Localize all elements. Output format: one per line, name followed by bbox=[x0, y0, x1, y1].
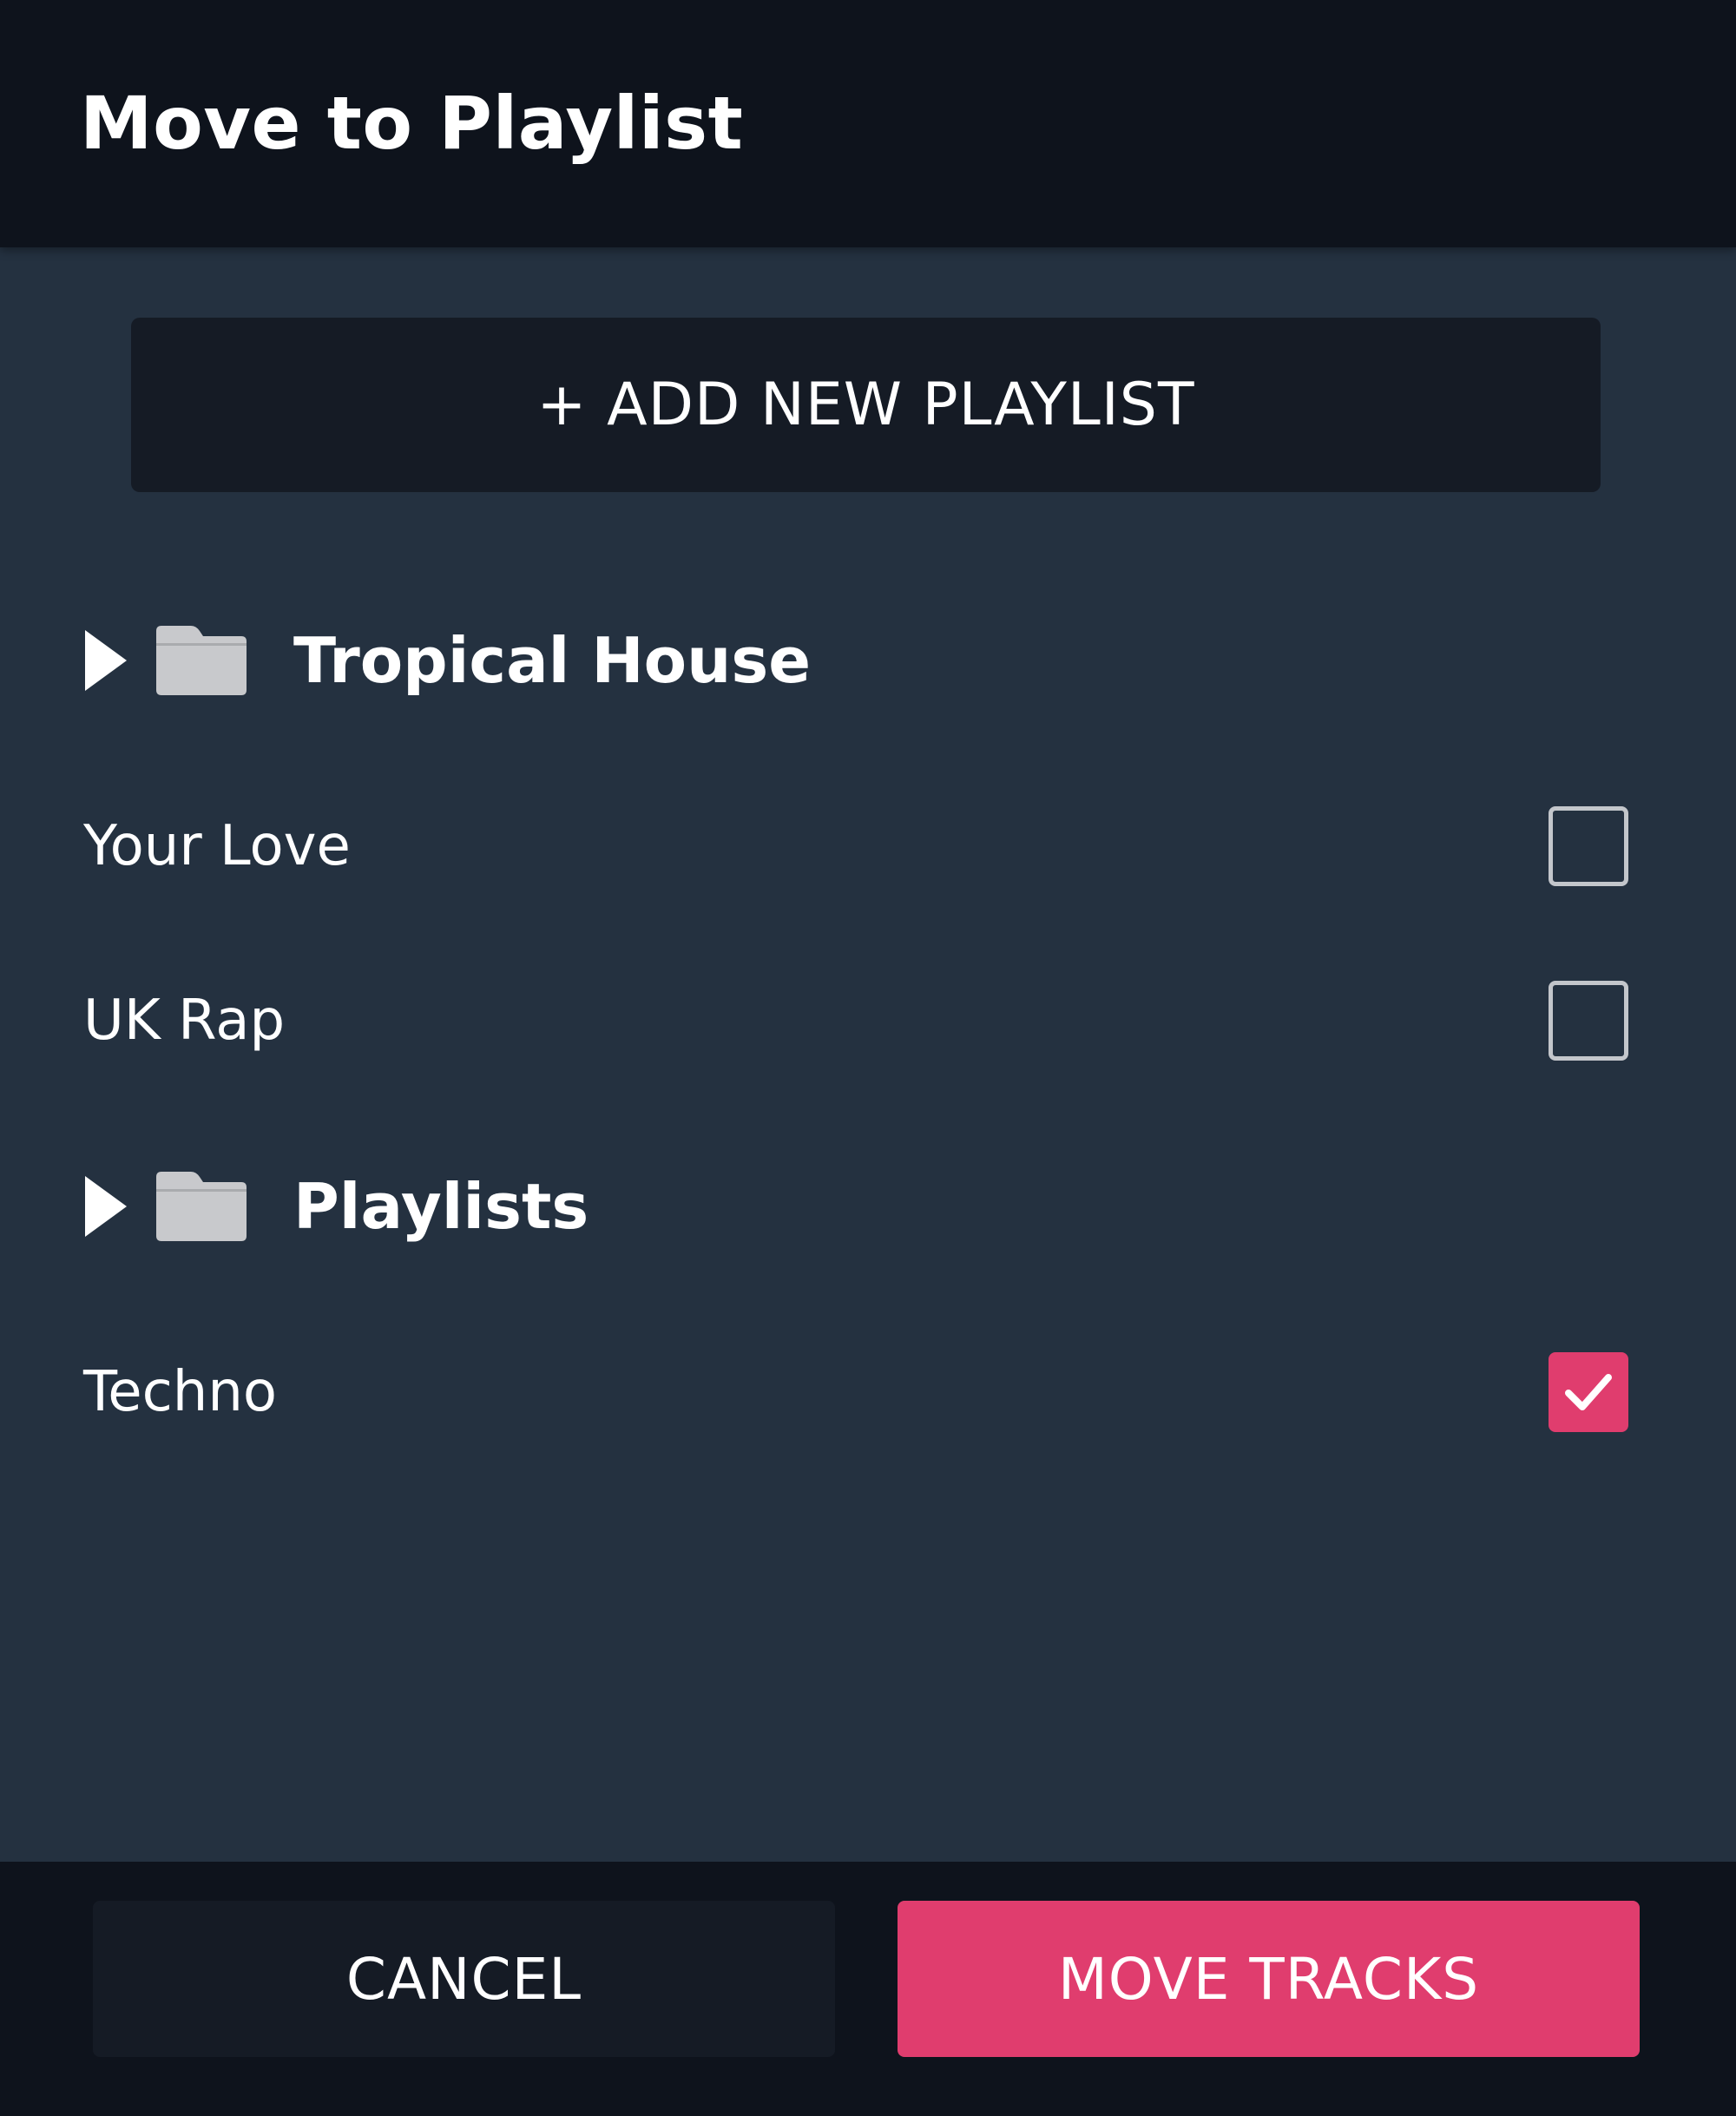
playlist-checkbox-your-love[interactable] bbox=[1549, 806, 1628, 886]
folder-icon bbox=[155, 1170, 248, 1243]
folder-label: Playlists bbox=[293, 1170, 589, 1243]
folder-row-playlists[interactable]: Playlists bbox=[83, 1159, 589, 1254]
dialog-header: Move to Playlist bbox=[0, 0, 1736, 247]
check-icon bbox=[1565, 1374, 1612, 1410]
folder-label: Tropical House bbox=[293, 624, 812, 697]
folder-icon bbox=[155, 624, 248, 697]
add-new-playlist-button[interactable]: + ADD NEW PLAYLIST bbox=[131, 318, 1601, 492]
playlist-row-uk-rap[interactable]: UK Rap bbox=[83, 977, 1628, 1064]
playlist-row-techno[interactable]: Techno bbox=[83, 1349, 1628, 1436]
caret-right-icon[interactable] bbox=[83, 1174, 128, 1239]
cancel-button[interactable]: CANCEL bbox=[93, 1901, 835, 2057]
playlist-label: UK Rap bbox=[83, 989, 286, 1053]
playlist-checkbox-techno[interactable] bbox=[1549, 1352, 1628, 1432]
move-to-playlist-dialog: Move to Playlist + ADD NEW PLAYLIST Trop… bbox=[0, 0, 1736, 2116]
playlist-checkbox-uk-rap[interactable] bbox=[1549, 981, 1628, 1061]
move-tracks-button[interactable]: MOVE TRACKS bbox=[898, 1901, 1640, 2057]
folder-row-tropical-house[interactable]: Tropical House bbox=[83, 613, 811, 708]
playlist-label: Your Love bbox=[83, 814, 351, 878]
playlist-label: Techno bbox=[83, 1360, 278, 1424]
caret-right-icon[interactable] bbox=[83, 628, 128, 693]
playlist-row-your-love[interactable]: Your Love bbox=[83, 803, 1628, 890]
dialog-footer: CANCEL MOVE TRACKS bbox=[0, 1862, 1736, 2116]
dialog-title: Move to Playlist bbox=[80, 81, 744, 166]
